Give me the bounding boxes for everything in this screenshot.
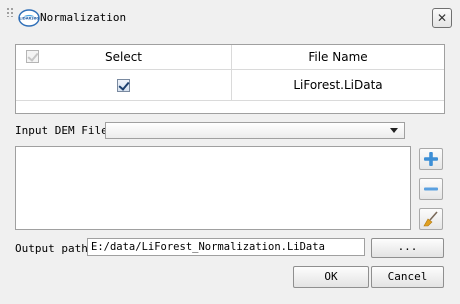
chevron-down-icon [390, 128, 398, 133]
row-checkbox[interactable] [117, 79, 130, 92]
remove-button[interactable] [419, 178, 443, 200]
dem-label: Input DEM File [15, 124, 108, 137]
lidar360-logo-icon: LiDAR360 [18, 9, 40, 27]
header-file-name[interactable]: File Name [232, 45, 444, 69]
table-header: Select File Name [16, 45, 444, 70]
drag-grip-icon[interactable] [6, 7, 14, 17]
logo-text: LiDAR360 [19, 17, 39, 21]
title-bar: LiDAR360 Normalization ✕ [0, 0, 460, 34]
output-path-field[interactable]: E:/data/LiForest_Normalization.LiData [87, 238, 365, 256]
cell-file-name: LiForest.LiData [293, 78, 383, 92]
file-table: Select File Name LiForest.LiData [15, 44, 445, 114]
add-icon [424, 152, 438, 166]
browse-button[interactable]: ... [371, 238, 444, 258]
clear-icon [423, 211, 438, 227]
table-row[interactable]: LiForest.LiData [16, 70, 444, 101]
add-button[interactable] [419, 148, 443, 170]
header-select[interactable]: Select [16, 45, 232, 69]
normalization-dialog: LiDAR360 Normalization ✕ Select File Nam… [0, 0, 460, 304]
dem-file-list[interactable] [15, 146, 411, 230]
cancel-button[interactable]: Cancel [371, 266, 444, 288]
output-path-label: Output path: [15, 242, 95, 255]
ok-button[interactable]: OK [293, 266, 369, 288]
close-icon: ✕ [436, 11, 448, 25]
cell-select [16, 70, 232, 100]
select-all-checkbox[interactable] [26, 50, 39, 63]
dem-file-combobox[interactable] [105, 122, 405, 139]
header-select-label: Select [104, 50, 143, 64]
remove-icon [424, 187, 438, 191]
close-button[interactable]: ✕ [432, 8, 452, 28]
clear-button[interactable] [419, 208, 443, 230]
window-title: Normalization [40, 11, 127, 24]
